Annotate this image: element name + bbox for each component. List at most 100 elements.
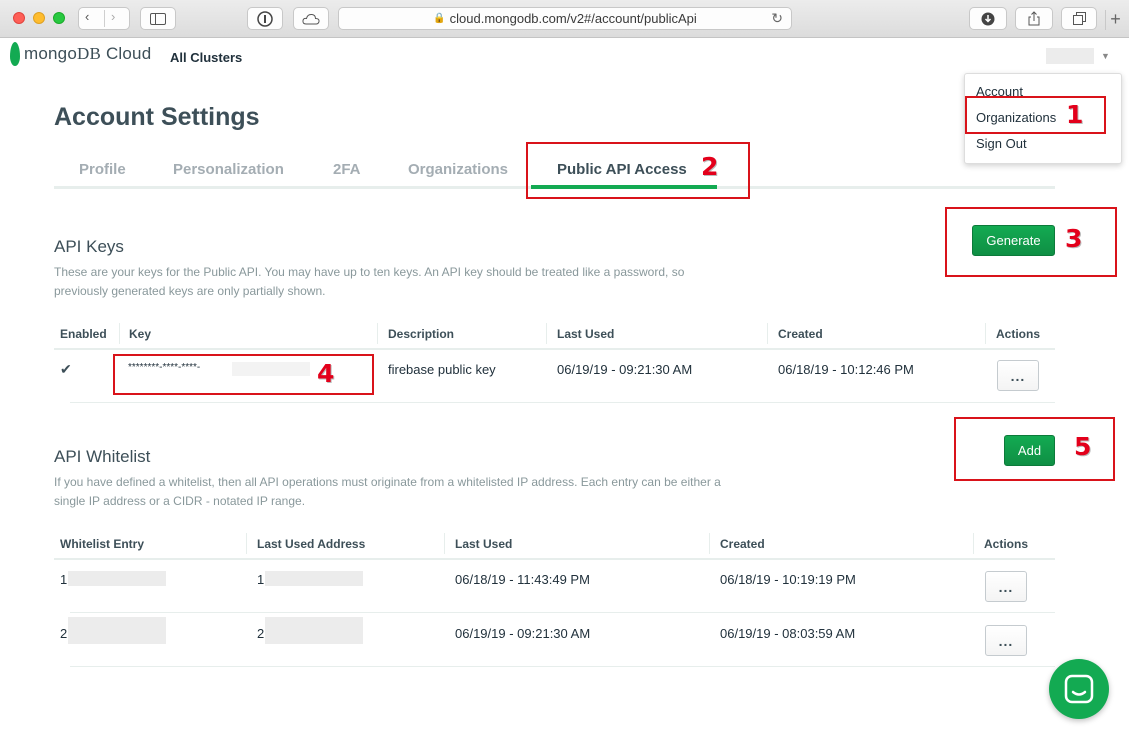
api-keys-description-line-2: previously generated keys are only parti… <box>54 284 326 298</box>
api-whitelist-description-line-1: If you have defined a whitelist, then al… <box>54 475 721 489</box>
tab-overview-button[interactable] <box>1061 7 1097 30</box>
api-keys-description-line-1: These are your keys for the Public API. … <box>54 265 685 279</box>
password-manager-icon <box>257 10 273 27</box>
mongodb-cloud-logo[interactable]: mongoDB Cloud <box>10 42 151 66</box>
downloads-button[interactable] <box>969 7 1007 30</box>
api-whitelist-description: If you have defined a whitelist, then al… <box>54 473 721 511</box>
history-nav-group: ‹ › <box>78 7 130 30</box>
col-header-actions: Actions <box>996 327 1041 341</box>
col-header-whitelist-entry: Whitelist Entry <box>60 537 145 551</box>
chat-support-button[interactable] <box>1049 659 1109 719</box>
api-key-description: firebase public key <box>388 362 496 377</box>
col-header-created: Created <box>720 537 765 551</box>
tab-2fa[interactable]: 2FA <box>333 161 361 178</box>
table-header-divider <box>54 348 1055 350</box>
whitelist-last-used: 06/19/19 - 09:21:30 AM <box>455 626 591 641</box>
api-whitelist-title: API Whitelist <box>54 447 151 466</box>
annotation-number-3: 3 <box>1065 224 1083 253</box>
annotation-box-api-key <box>113 354 374 395</box>
annotation-number-4: 4 <box>317 359 335 388</box>
back-button[interactable]: ‹ <box>85 9 89 24</box>
new-tab-button[interactable]: + <box>1105 10 1125 30</box>
api-keys-title: API Keys <box>54 237 124 256</box>
tab-organizations[interactable]: Organizations <box>408 161 508 178</box>
sidebar-toggle-button[interactable] <box>140 7 176 30</box>
col-divider <box>377 323 378 344</box>
col-header-description: Description <box>388 327 455 341</box>
col-divider <box>985 323 986 344</box>
whitelist-last-used-address: 2 <box>257 626 265 641</box>
forward-button[interactable]: › <box>111 9 115 24</box>
user-name-redacted[interactable] <box>1046 48 1094 64</box>
checkmark-icon: ✔ <box>60 361 72 377</box>
col-divider <box>709 533 710 554</box>
whitelist-created: 06/18/19 - 10:19:19 PM <box>720 572 856 587</box>
caret-down-icon[interactable]: ▼ <box>1101 51 1110 61</box>
col-header-enabled: Enabled <box>60 327 107 341</box>
api-key-created: 06/18/19 - 10:12:46 PM <box>778 362 914 377</box>
sidebar-icon <box>150 12 166 25</box>
leaf-icon <box>10 42 20 66</box>
whitelist-entry-redacted <box>68 571 166 586</box>
close-window-button[interactable] <box>13 12 25 24</box>
browser-toolbar: ‹ › 🔒 cloud.mongodb.com/v2#/account/publ… <box>0 0 1129 38</box>
col-header-last-used: Last Used <box>557 327 615 341</box>
share-icon <box>1028 11 1040 26</box>
tabs-icon <box>1072 12 1086 25</box>
col-divider <box>767 323 768 344</box>
whitelist-entry: 2 <box>60 626 68 641</box>
logo-text: mongoDB Cloud <box>24 44 151 64</box>
chat-icon <box>1064 674 1094 704</box>
minimize-window-button[interactable] <box>33 12 45 24</box>
api-key-actions-button[interactable]: ... <box>997 360 1039 391</box>
annotation-box-organizations <box>965 96 1106 134</box>
col-header-created: Created <box>778 327 823 341</box>
table-row-divider <box>70 402 1055 403</box>
whitelist-entry-redacted <box>68 617 166 644</box>
col-divider <box>546 323 547 344</box>
col-header-actions: Actions <box>984 537 1029 551</box>
whitelist-actions-button[interactable]: ... <box>985 571 1027 602</box>
whitelist-address-redacted <box>265 617 363 644</box>
whitelist-last-used-address: 1 <box>257 572 265 587</box>
cloud-icon <box>302 13 320 24</box>
tab-profile[interactable]: Profile <box>79 161 126 178</box>
col-divider <box>246 533 247 554</box>
tab-personalization[interactable]: Personalization <box>173 161 284 178</box>
col-divider <box>444 533 445 554</box>
menu-item-sign-out[interactable]: Sign Out <box>976 136 1027 151</box>
api-key-last-used: 06/19/19 - 09:21:30 AM <box>557 362 693 377</box>
whitelist-address-redacted <box>265 571 363 586</box>
api-keys-description: These are your keys for the Public API. … <box>54 263 684 301</box>
logo-text-cloud: Cloud <box>101 44 152 63</box>
logo-text-db: DB <box>76 44 102 63</box>
url-text: cloud.mongodb.com/v2#/account/publicApi <box>449 11 697 26</box>
password-manager-button[interactable] <box>247 7 283 30</box>
zoom-window-button[interactable] <box>53 12 65 24</box>
col-divider <box>973 533 974 554</box>
col-header-last-used-address: Last Used Address <box>257 537 366 551</box>
annotation-box-generate <box>945 207 1117 277</box>
share-button[interactable] <box>1015 7 1053 30</box>
whitelist-entry: 1 <box>60 572 68 587</box>
icloud-tabs-button[interactable] <box>293 7 329 30</box>
all-clusters-link[interactable]: All Clusters <box>170 50 242 65</box>
annotation-number-2: 2 <box>701 152 719 181</box>
table-header-divider <box>54 558 1055 560</box>
col-divider <box>119 323 120 344</box>
reload-icon[interactable]: ↻ <box>771 10 783 27</box>
annotation-number-1: 1 <box>1066 100 1084 129</box>
whitelist-actions-button[interactable]: ... <box>985 625 1027 656</box>
annotation-number-5: 5 <box>1074 432 1092 461</box>
whitelist-last-used: 06/18/19 - 11:43:49 PM <box>455 572 590 587</box>
api-whitelist-description-line-2: single IP address or a CIDR - notated IP… <box>54 494 306 508</box>
table-row-divider <box>70 612 1055 613</box>
download-icon <box>981 12 995 25</box>
page-title: Account Settings <box>54 103 260 131</box>
col-header-last-used: Last Used <box>455 537 513 551</box>
whitelist-created: 06/19/19 - 08:03:59 AM <box>720 626 856 641</box>
address-bar[interactable]: 🔒 cloud.mongodb.com/v2#/account/publicAp… <box>338 7 792 30</box>
logo-text-mongo: mongo <box>24 44 77 63</box>
table-row-divider <box>70 666 1055 667</box>
col-header-key: Key <box>129 327 152 341</box>
